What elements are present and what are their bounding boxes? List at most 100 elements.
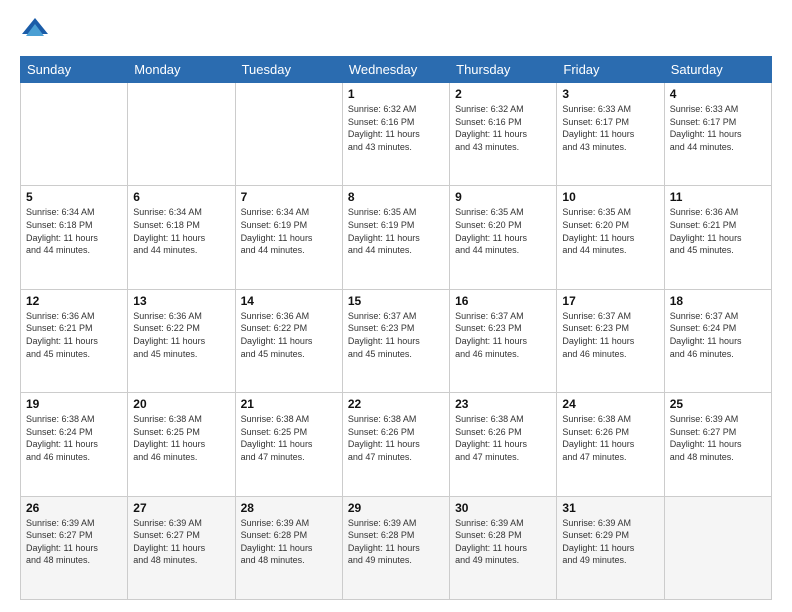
- day-number: 21: [241, 397, 337, 411]
- day-cell: 21 Sunrise: 6:38 AM Sunset: 6:25 PM Dayli…: [235, 393, 342, 496]
- day-number: 29: [348, 501, 444, 515]
- day-cell: 1 Sunrise: 6:32 AM Sunset: 6:16 PM Daylig…: [342, 83, 449, 186]
- day-info: Sunrise: 6:36 AM Sunset: 6:21 PM Dayligh…: [26, 310, 122, 360]
- day-info: Sunrise: 6:38 AM Sunset: 6:26 PM Dayligh…: [455, 413, 551, 463]
- day-info: Sunrise: 6:35 AM Sunset: 6:20 PM Dayligh…: [455, 206, 551, 256]
- day-cell: 12Sunrise: 6:36 AM Sunset: 6:21 PM Dayli…: [21, 289, 128, 392]
- day-cell: 7 Sunrise: 6:34 AM Sunset: 6:19 PM Daylig…: [235, 186, 342, 289]
- calendar-table: SundayMondayTuesdayWednesdayThursdayFrid…: [20, 56, 772, 600]
- day-cell: 31Sunrise: 6:39 AM Sunset: 6:29 PM Dayli…: [557, 496, 664, 599]
- day-number: 7: [241, 190, 337, 204]
- day-header-wednesday: Wednesday: [342, 57, 449, 83]
- day-number: 1: [348, 87, 444, 101]
- day-number: 5: [26, 190, 122, 204]
- day-info: Sunrise: 6:33 AM Sunset: 6:17 PM Dayligh…: [562, 103, 658, 153]
- day-cell: 13 Sunrise: 6:36 AM Sunset: 6:22 PM Dayli…: [128, 289, 235, 392]
- day-number: 8: [348, 190, 444, 204]
- day-number: 24: [562, 397, 658, 411]
- day-cell: 4Sunrise: 6:33 AM Sunset: 6:17 PM Daylig…: [664, 83, 771, 186]
- day-number: 15: [348, 294, 444, 308]
- day-number: 14: [241, 294, 337, 308]
- day-number: 20: [133, 397, 229, 411]
- day-cell: 22 Sunrise: 6:38 AM Sunset: 6:26 PM Dayli…: [342, 393, 449, 496]
- day-cell: 16 Sunrise: 6:37 AM Sunset: 6:23 PM Dayli…: [450, 289, 557, 392]
- day-number: 16: [455, 294, 551, 308]
- day-number: 10: [562, 190, 658, 204]
- day-number: 30: [455, 501, 551, 515]
- day-info: Sunrise: 6:37 AM Sunset: 6:23 PM Dayligh…: [455, 310, 551, 360]
- day-cell: 26 Sunrise: 6:39 AM Sunset: 6:27 PM Dayli…: [21, 496, 128, 599]
- day-number: 23: [455, 397, 551, 411]
- day-number: 19: [26, 397, 122, 411]
- day-cell: [235, 83, 342, 186]
- day-cell: 8 Sunrise: 6:35 AM Sunset: 6:19 PM Daylig…: [342, 186, 449, 289]
- day-info: Sunrise: 6:34 AM Sunset: 6:18 PM Dayligh…: [26, 206, 122, 256]
- day-info: Sunrise: 6:36 AM Sunset: 6:22 PM Dayligh…: [133, 310, 229, 360]
- day-info: Sunrise: 6:38 AM Sunset: 6:26 PM Dayligh…: [348, 413, 444, 463]
- day-cell: 9Sunrise: 6:35 AM Sunset: 6:20 PM Daylig…: [450, 186, 557, 289]
- day-info: Sunrise: 6:38 AM Sunset: 6:25 PM Dayligh…: [133, 413, 229, 463]
- day-cell: [128, 83, 235, 186]
- day-header-thursday: Thursday: [450, 57, 557, 83]
- day-info: Sunrise: 6:36 AM Sunset: 6:22 PM Dayligh…: [241, 310, 337, 360]
- day-info: Sunrise: 6:39 AM Sunset: 6:27 PM Dayligh…: [670, 413, 766, 463]
- day-cell: 6Sunrise: 6:34 AM Sunset: 6:18 PM Daylig…: [128, 186, 235, 289]
- day-number: 27: [133, 501, 229, 515]
- day-info: Sunrise: 6:33 AM Sunset: 6:17 PM Dayligh…: [670, 103, 766, 153]
- day-number: 17: [562, 294, 658, 308]
- day-info: Sunrise: 6:39 AM Sunset: 6:27 PM Dayligh…: [26, 517, 122, 567]
- day-number: 25: [670, 397, 766, 411]
- day-number: 13: [133, 294, 229, 308]
- day-info: Sunrise: 6:36 AM Sunset: 6:21 PM Dayligh…: [670, 206, 766, 256]
- day-header-friday: Friday: [557, 57, 664, 83]
- day-number: 31: [562, 501, 658, 515]
- day-info: Sunrise: 6:37 AM Sunset: 6:23 PM Dayligh…: [562, 310, 658, 360]
- day-cell: 29 Sunrise: 6:39 AM Sunset: 6:28 PM Dayli…: [342, 496, 449, 599]
- day-info: Sunrise: 6:37 AM Sunset: 6:24 PM Dayligh…: [670, 310, 766, 360]
- day-cell: 14 Sunrise: 6:36 AM Sunset: 6:22 PM Dayli…: [235, 289, 342, 392]
- day-cell: 3Sunrise: 6:33 AM Sunset: 6:17 PM Daylig…: [557, 83, 664, 186]
- day-number: 2: [455, 87, 551, 101]
- day-cell: 25 Sunrise: 6:39 AM Sunset: 6:27 PM Dayli…: [664, 393, 771, 496]
- day-cell: 30 Sunrise: 6:39 AM Sunset: 6:28 PM Dayli…: [450, 496, 557, 599]
- day-cell: 24 Sunrise: 6:38 AM Sunset: 6:26 PM Dayli…: [557, 393, 664, 496]
- day-cell: 10 Sunrise: 6:35 AM Sunset: 6:20 PM Dayli…: [557, 186, 664, 289]
- day-cell: 28Sunrise: 6:39 AM Sunset: 6:28 PM Dayli…: [235, 496, 342, 599]
- day-cell: 17 Sunrise: 6:37 AM Sunset: 6:23 PM Dayli…: [557, 289, 664, 392]
- week-row-5: 26 Sunrise: 6:39 AM Sunset: 6:27 PM Dayli…: [21, 496, 772, 599]
- day-info: Sunrise: 6:35 AM Sunset: 6:19 PM Dayligh…: [348, 206, 444, 256]
- day-cell: 27 Sunrise: 6:39 AM Sunset: 6:27 PM Dayli…: [128, 496, 235, 599]
- page: SundayMondayTuesdayWednesdayThursdayFrid…: [0, 0, 792, 612]
- day-number: 26: [26, 501, 122, 515]
- day-info: Sunrise: 6:38 AM Sunset: 6:26 PM Dayligh…: [562, 413, 658, 463]
- day-info: Sunrise: 6:39 AM Sunset: 6:28 PM Dayligh…: [455, 517, 551, 567]
- day-info: Sunrise: 6:39 AM Sunset: 6:27 PM Dayligh…: [133, 517, 229, 567]
- day-cell: [664, 496, 771, 599]
- day-cell: [21, 83, 128, 186]
- day-header-saturday: Saturday: [664, 57, 771, 83]
- day-number: 28: [241, 501, 337, 515]
- logo-icon: [20, 16, 50, 46]
- day-cell: 20 Sunrise: 6:38 AM Sunset: 6:25 PM Dayli…: [128, 393, 235, 496]
- week-row-3: 12Sunrise: 6:36 AM Sunset: 6:21 PM Dayli…: [21, 289, 772, 392]
- day-number: 6: [133, 190, 229, 204]
- day-cell: 18Sunrise: 6:37 AM Sunset: 6:24 PM Dayli…: [664, 289, 771, 392]
- day-number: 22: [348, 397, 444, 411]
- day-info: Sunrise: 6:34 AM Sunset: 6:19 PM Dayligh…: [241, 206, 337, 256]
- day-cell: 5 Sunrise: 6:34 AM Sunset: 6:18 PM Daylig…: [21, 186, 128, 289]
- day-info: Sunrise: 6:38 AM Sunset: 6:24 PM Dayligh…: [26, 413, 122, 463]
- week-row-1: 1 Sunrise: 6:32 AM Sunset: 6:16 PM Daylig…: [21, 83, 772, 186]
- day-info: Sunrise: 6:32 AM Sunset: 6:16 PM Dayligh…: [348, 103, 444, 153]
- day-cell: 19 Sunrise: 6:38 AM Sunset: 6:24 PM Dayli…: [21, 393, 128, 496]
- day-info: Sunrise: 6:37 AM Sunset: 6:23 PM Dayligh…: [348, 310, 444, 360]
- day-header-monday: Monday: [128, 57, 235, 83]
- day-cell: 23 Sunrise: 6:38 AM Sunset: 6:26 PM Dayli…: [450, 393, 557, 496]
- day-cell: 2 Sunrise: 6:32 AM Sunset: 6:16 PM Daylig…: [450, 83, 557, 186]
- week-row-2: 5 Sunrise: 6:34 AM Sunset: 6:18 PM Daylig…: [21, 186, 772, 289]
- day-header-sunday: Sunday: [21, 57, 128, 83]
- week-row-4: 19 Sunrise: 6:38 AM Sunset: 6:24 PM Dayli…: [21, 393, 772, 496]
- day-info: Sunrise: 6:35 AM Sunset: 6:20 PM Dayligh…: [562, 206, 658, 256]
- day-info: Sunrise: 6:32 AM Sunset: 6:16 PM Dayligh…: [455, 103, 551, 153]
- day-info: Sunrise: 6:39 AM Sunset: 6:28 PM Dayligh…: [348, 517, 444, 567]
- day-info: Sunrise: 6:38 AM Sunset: 6:25 PM Dayligh…: [241, 413, 337, 463]
